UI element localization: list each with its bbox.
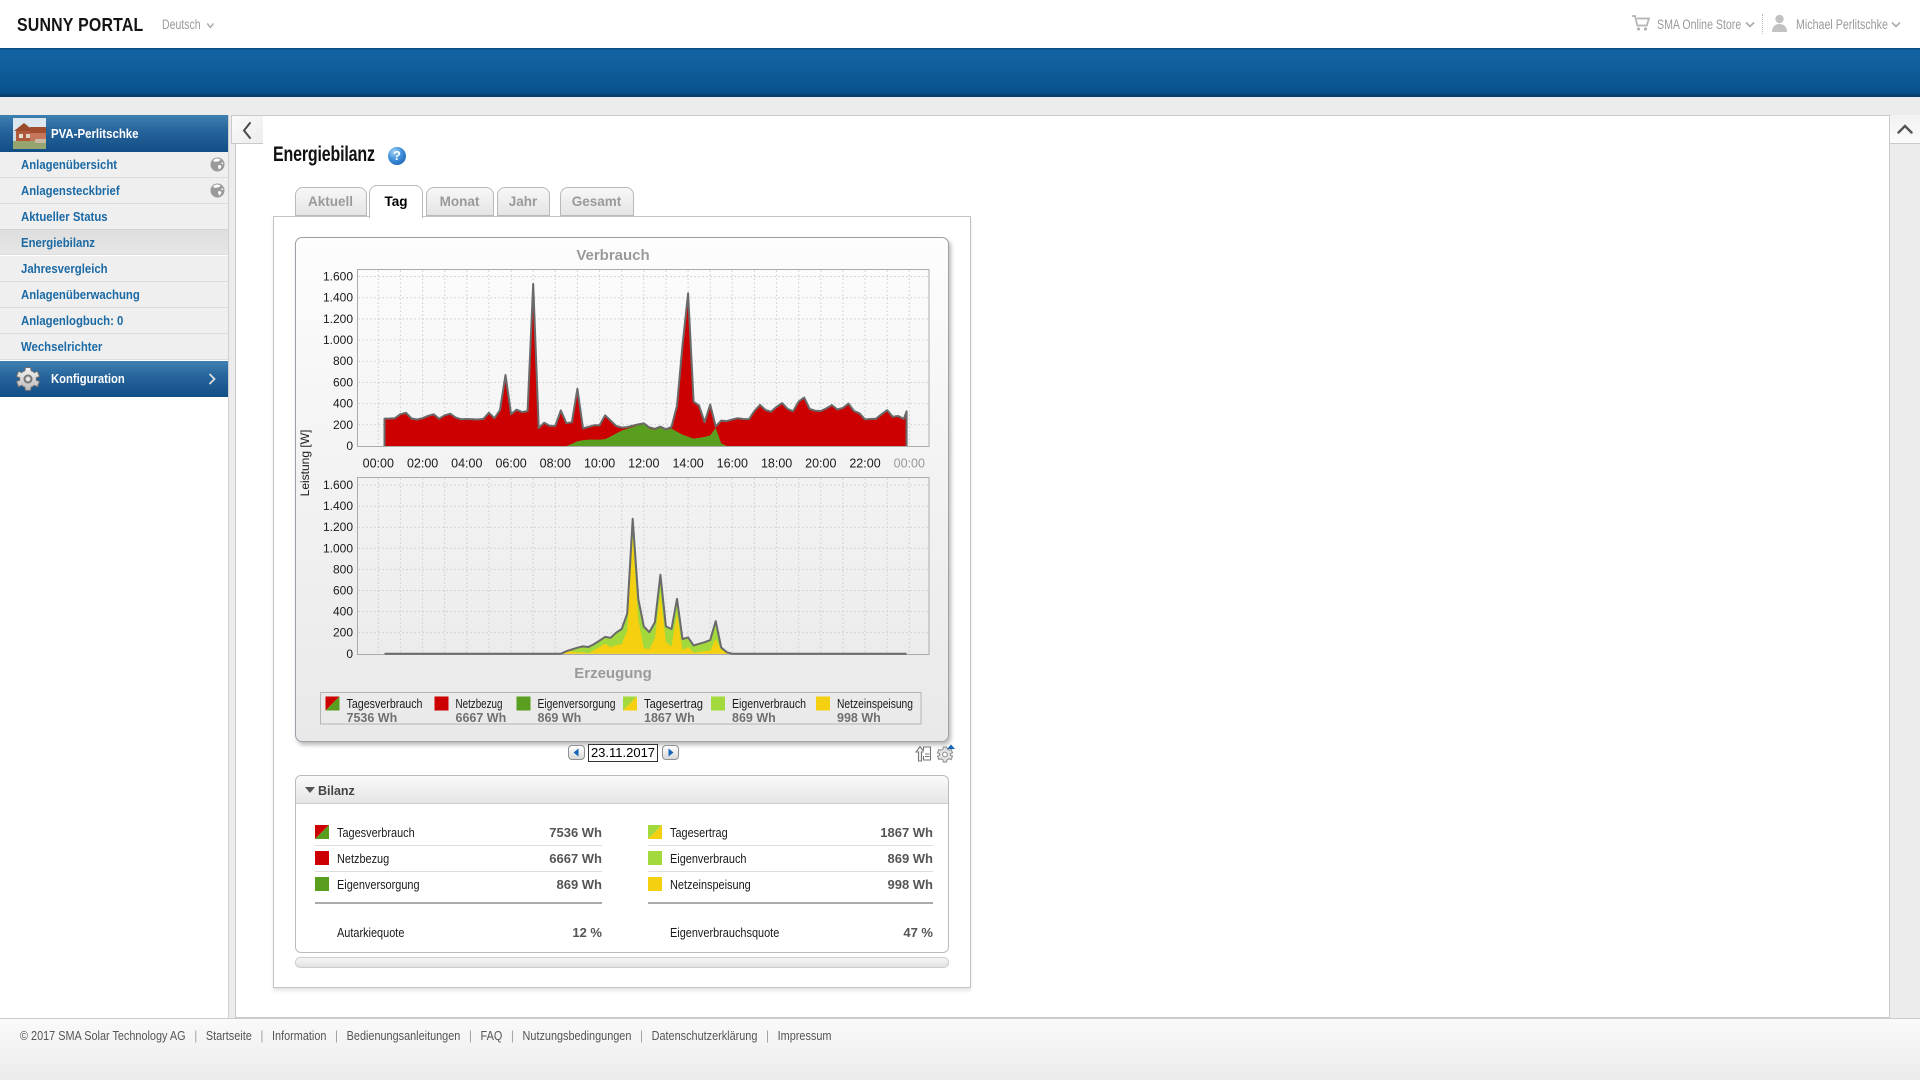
svg-text:04:00: 04:00	[451, 456, 482, 470]
svg-text:06:00: 06:00	[495, 456, 526, 470]
svg-text:00:00: 00:00	[362, 456, 393, 470]
svg-text:0: 0	[346, 439, 353, 453]
svg-text:869 Wh: 869 Wh	[732, 711, 776, 725]
svg-text:20:00: 20:00	[805, 456, 836, 470]
svg-text:Eigenverbrauch: Eigenverbrauch	[732, 696, 806, 711]
svg-text:Erzeugung: Erzeugung	[574, 665, 652, 682]
svg-text:7536 Wh: 7536 Wh	[346, 711, 397, 725]
svg-text:12:00: 12:00	[628, 456, 659, 470]
svg-text:1.200: 1.200	[322, 311, 352, 325]
svg-text:1867 Wh: 1867 Wh	[644, 711, 695, 725]
svg-text:400: 400	[332, 604, 352, 618]
svg-text:600: 600	[332, 583, 352, 597]
svg-text:1.000: 1.000	[322, 541, 352, 555]
svg-text:800: 800	[332, 354, 352, 368]
svg-text:869 Wh: 869 Wh	[537, 711, 581, 725]
svg-text:200: 200	[332, 417, 352, 431]
svg-text:Tagesverbrauch: Tagesverbrauch	[346, 696, 422, 711]
svg-text:1.200: 1.200	[322, 520, 352, 534]
svg-text:Eigenversorgung: Eigenversorgung	[537, 696, 615, 711]
svg-text:400: 400	[332, 396, 352, 410]
svg-text:16:00: 16:00	[716, 456, 747, 470]
svg-text:1.600: 1.600	[322, 478, 352, 492]
svg-text:10:00: 10:00	[583, 456, 614, 470]
svg-text:200: 200	[332, 625, 352, 639]
svg-text:1.000: 1.000	[322, 333, 352, 347]
svg-text:998 Wh: 998 Wh	[837, 711, 881, 725]
svg-text:22:00: 22:00	[849, 456, 880, 470]
svg-text:Netzbezug: Netzbezug	[455, 696, 502, 711]
svg-text:02:00: 02:00	[406, 456, 437, 470]
svg-text:0: 0	[346, 646, 353, 660]
svg-text:1.400: 1.400	[322, 290, 352, 304]
svg-text:600: 600	[332, 375, 352, 389]
svg-text:1.600: 1.600	[322, 269, 352, 283]
svg-text:08:00: 08:00	[539, 456, 570, 470]
svg-text:18:00: 18:00	[760, 456, 791, 470]
svg-text:1.400: 1.400	[322, 499, 352, 513]
svg-text:Tagesertrag: Tagesertrag	[644, 696, 703, 711]
svg-text:6667 Wh: 6667 Wh	[455, 711, 506, 725]
svg-text:Leistung [W]: Leistung [W]	[298, 429, 312, 496]
svg-text:14:00: 14:00	[672, 456, 703, 470]
svg-text:800: 800	[332, 562, 352, 576]
svg-text:Netzeinspeisung: Netzeinspeisung	[837, 696, 913, 711]
svg-text:00:00: 00:00	[893, 456, 924, 470]
svg-text:Verbrauch: Verbrauch	[576, 247, 649, 264]
